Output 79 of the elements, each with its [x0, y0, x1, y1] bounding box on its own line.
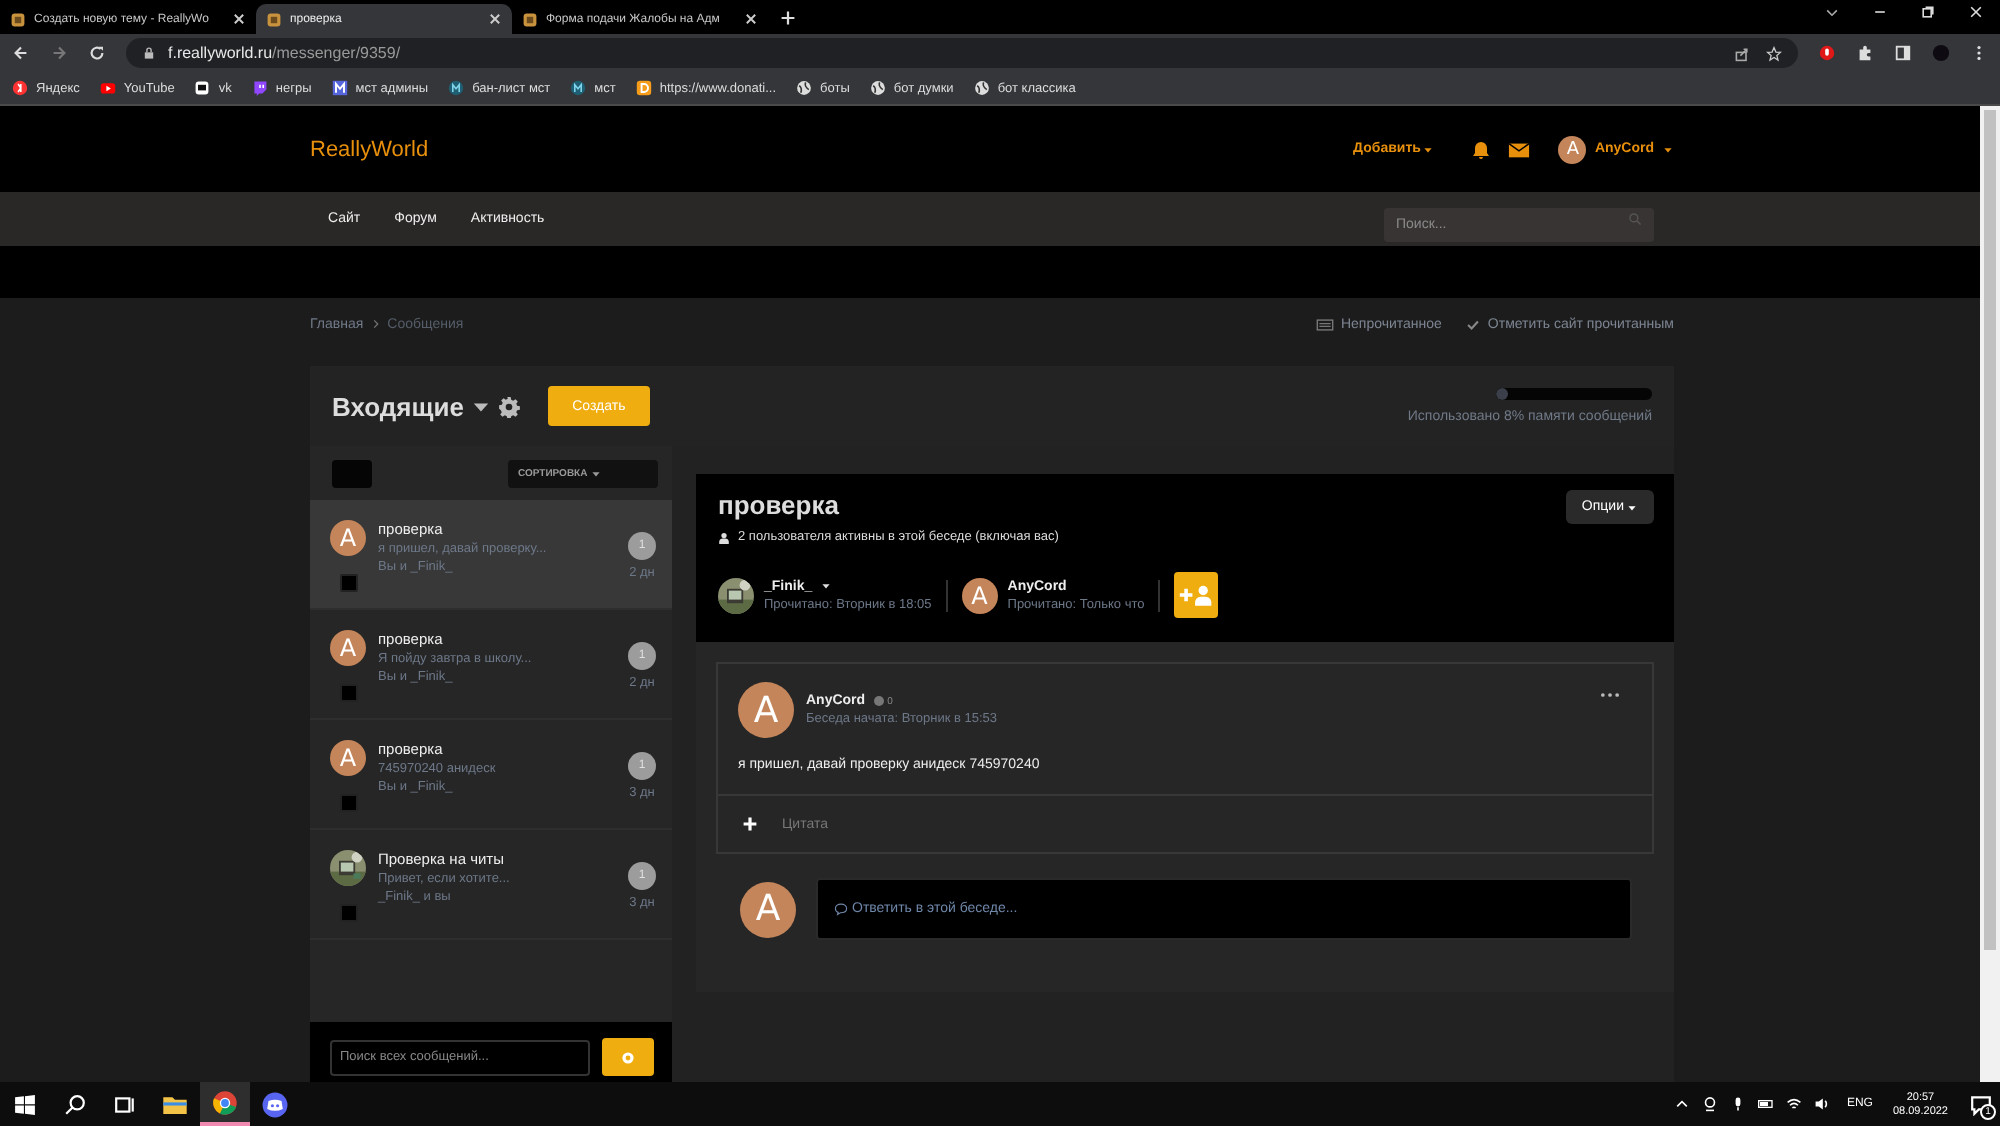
browser-icon [212, 1089, 238, 1115]
settings-icon[interactable] [497, 395, 520, 417]
select-field[interactable] [332, 460, 372, 488]
letter-icon [331, 80, 348, 96]
person-icon [718, 531, 730, 543]
play-icon [99, 80, 116, 96]
forward-icon[interactable] [50, 44, 68, 62]
scrollbar[interactable] [1980, 106, 2000, 1082]
taskbar-app[interactable] [200, 1082, 250, 1126]
chat-app-icon [262, 1091, 288, 1117]
list-icon [1316, 317, 1335, 331]
checkbox[interactable] [339, 574, 357, 592]
letter-icon [12, 80, 28, 96]
speech-bubble-icon [834, 902, 848, 916]
avatar: A [738, 682, 794, 738]
address-bar[interactable]: f.reallyworld.ru/messenger/9359/ [126, 38, 1798, 68]
globe-icon [973, 80, 990, 96]
globe-icon [796, 80, 813, 96]
letter-icon [448, 80, 465, 96]
caret-icon [1626, 501, 1638, 513]
site-logo[interactable]: ReallyWorld [310, 137, 429, 161]
caret-icon [589, 468, 602, 480]
close-icon[interactable] [744, 12, 758, 26]
lock-icon [142, 46, 156, 60]
search-icon [64, 1093, 86, 1115]
chat-icon [194, 80, 211, 96]
letter-icon [570, 80, 587, 96]
chat-icon [251, 80, 268, 96]
chevron-icon [369, 318, 382, 330]
avatar: A [740, 881, 796, 937]
caret-icon[interactable] [820, 580, 833, 592]
caret-icon [1662, 143, 1674, 155]
restore-icon[interactable] [1920, 4, 1936, 20]
speaker-icon[interactable] [1814, 1096, 1831, 1112]
task-view-icon [114, 1093, 136, 1115]
bell-icon[interactable] [1470, 139, 1493, 159]
caret-icon[interactable] [471, 397, 490, 415]
avatar: A [330, 630, 366, 666]
battery-icon[interactable] [1758, 1096, 1775, 1112]
site-icon [522, 11, 538, 27]
inbox-title[interactable]: Входящие [332, 391, 464, 421]
site-icon [10, 11, 26, 27]
checkbox[interactable] [339, 904, 357, 922]
avatar: A [961, 577, 998, 613]
caret-icon [1422, 143, 1435, 155]
new-tab-icon[interactable] [780, 10, 796, 26]
close-icon[interactable] [1968, 4, 1984, 20]
windows-icon [14, 1093, 36, 1115]
avatar: A [330, 520, 366, 556]
check-icon [1463, 317, 1482, 331]
close-icon[interactable] [232, 12, 246, 26]
caret-up-icon[interactable] [1674, 1096, 1691, 1112]
close-icon[interactable] [488, 12, 502, 26]
puzzle-icon[interactable] [1856, 44, 1874, 62]
caret-icon[interactable] [1824, 4, 1840, 20]
checkbox[interactable] [339, 684, 357, 702]
checkbox[interactable] [339, 794, 357, 812]
share-icon[interactable] [1734, 45, 1750, 61]
side-panel-icon[interactable] [1894, 44, 1912, 62]
message-icon [1969, 1093, 1991, 1115]
add-participant-button[interactable] [1174, 572, 1219, 618]
avatar: A [330, 740, 366, 776]
envelope-icon[interactable] [1508, 139, 1531, 159]
reload-icon[interactable] [88, 44, 106, 62]
wifi-icon[interactable] [1786, 1096, 1803, 1112]
extension-icon[interactable] [1818, 44, 1836, 62]
more-icon[interactable] [1600, 692, 1620, 698]
conversation-heading: проверка [718, 490, 841, 520]
folder-icon [162, 1091, 188, 1117]
back-icon[interactable] [12, 44, 30, 62]
site-icon [266, 11, 282, 27]
globe-icon [869, 80, 886, 96]
avatar: A [1558, 135, 1587, 163]
plus-icon [742, 816, 758, 832]
add-user-icon [1178, 584, 1215, 606]
letter-icon [635, 80, 652, 96]
webcam-icon[interactable] [1702, 1096, 1719, 1112]
star-icon[interactable] [1766, 45, 1782, 61]
gear-icon [620, 1049, 636, 1065]
